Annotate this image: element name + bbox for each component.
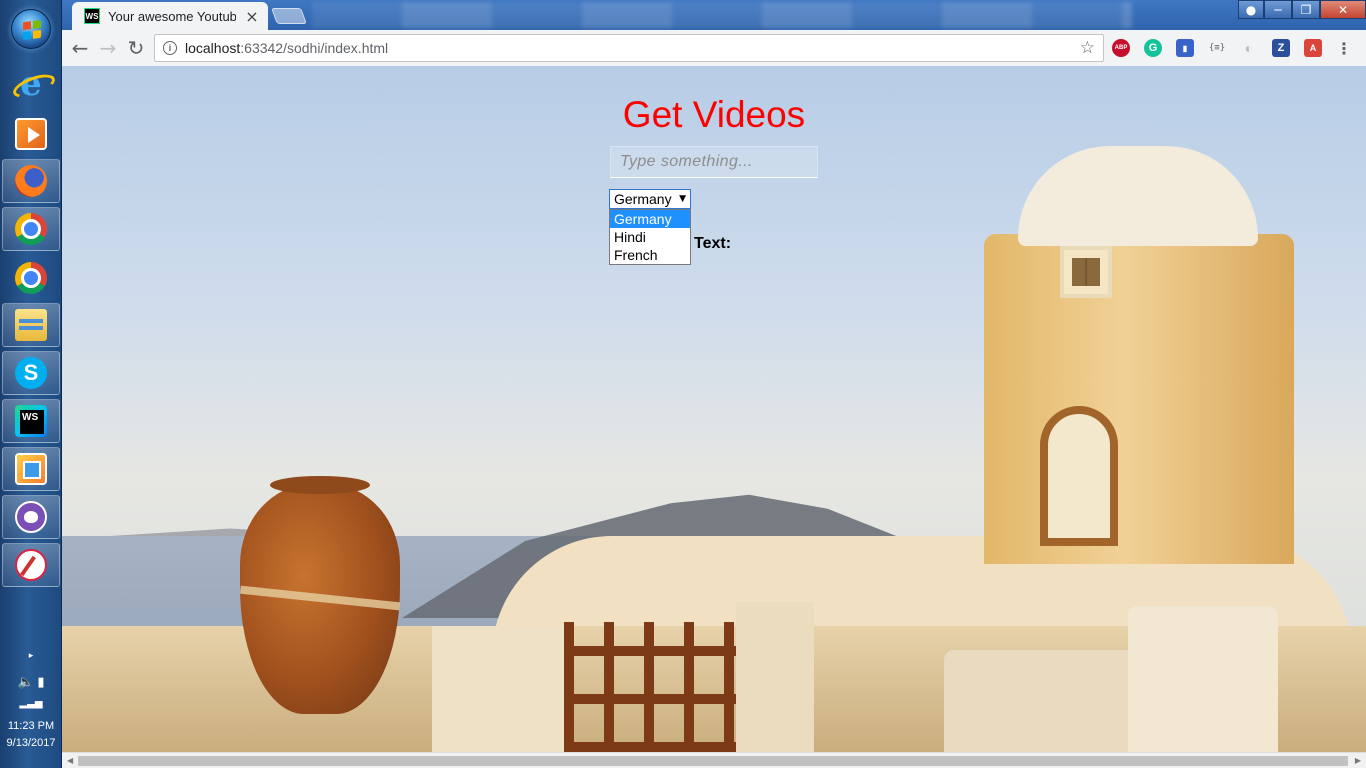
red-extension-icon[interactable]: A	[1304, 39, 1322, 57]
clock-date[interactable]: 9/13/2017	[0, 737, 62, 749]
taskbar-file-explorer[interactable]	[2, 303, 60, 347]
bg-tower	[984, 234, 1294, 564]
bg-tower-window	[1060, 246, 1112, 298]
language-select-value: Germany	[614, 191, 672, 207]
file-explorer-icon	[15, 309, 47, 341]
network-icon[interactable]: ▂▃▅	[0, 698, 62, 709]
url-path: :63342/sodhi/index.html	[240, 40, 389, 56]
extensions-bar: ABP G ▮ {≡} ◐ Z A ⋮	[1112, 34, 1352, 62]
bg-chimney	[1128, 606, 1278, 752]
photos-icon	[15, 453, 47, 485]
windows-taskbar: e S ▸ 🔈 ▮ ▂▃▅ 11:23 PM 9/13/2017	[0, 0, 62, 768]
user-profile-icon[interactable]: ●	[1238, 0, 1264, 19]
taskbar-snipping-tool[interactable]	[2, 543, 60, 587]
tab-title: Your awesome Youtube	[108, 8, 236, 24]
close-window-button[interactable]: ✕	[1320, 0, 1366, 19]
clock-time[interactable]: 11:23 PM	[0, 720, 62, 732]
page-viewport: Get Videos Germany ▼ Germany Hindi Frenc…	[62, 66, 1366, 752]
url-host: localhost	[185, 40, 241, 56]
taskbar-chrome-active[interactable]	[2, 207, 60, 251]
bg-clay-pot	[240, 476, 400, 714]
volume-icon[interactable]: 🔈	[18, 674, 34, 689]
snipping-tool-icon	[15, 549, 47, 581]
browser-tab[interactable]: WS Your awesome Youtube ×	[72, 2, 268, 30]
tray-icons[interactable]: 🔈 ▮	[0, 674, 62, 690]
chrome-menu-icon[interactable]: ⋮	[1336, 39, 1352, 58]
option-french[interactable]: French	[610, 246, 690, 264]
taskbar-cat-app[interactable]	[2, 495, 60, 539]
forward-arrow-icon[interactable]: →	[94, 34, 122, 62]
option-hindi[interactable]: Hindi	[610, 228, 690, 246]
language-select[interactable]: Germany ▼	[609, 189, 691, 209]
bookmark-extension-icon[interactable]: ▮	[1176, 39, 1194, 57]
scroll-left-icon[interactable]: ◀	[67, 756, 73, 765]
browser-chrome: WS Your awesome Youtube × ● ─ ❐ ✕ ← → ↻ …	[62, 0, 1366, 66]
bookmark-star-icon[interactable]: ☆	[1080, 38, 1095, 58]
media-player-icon	[15, 118, 47, 150]
internet-explorer-icon: e	[15, 67, 47, 101]
chrome-icon	[15, 262, 47, 294]
option-germany[interactable]: Germany	[610, 210, 690, 228]
bg-pillar-right	[736, 602, 814, 752]
browser-toolbar: ← → ↻ i localhost:63342/sodhi/index.html…	[62, 30, 1366, 66]
chrome-icon	[15, 213, 47, 245]
taskbar-skype[interactable]: S	[2, 351, 60, 395]
scroll-right-icon[interactable]: ▶	[1355, 756, 1361, 765]
minimize-button[interactable]: ─	[1264, 0, 1292, 19]
show-hidden-icons[interactable]: ▸	[0, 650, 62, 661]
back-arrow-icon[interactable]: ←	[66, 34, 94, 62]
taskbar-chrome[interactable]	[2, 256, 60, 300]
firefox-icon	[15, 165, 47, 197]
page-title: Get Videos	[622, 94, 806, 135]
tab-close-icon[interactable]: ×	[244, 7, 260, 26]
windows-start-icon[interactable]	[11, 9, 51, 49]
scrollbar-thumb[interactable]	[78, 756, 1348, 766]
bg-dome-top	[1018, 146, 1258, 246]
bg-tower-door	[1040, 406, 1118, 546]
webstorm-favicon-icon: WS	[84, 8, 100, 24]
json-viewer-icon[interactable]: {≡}	[1208, 39, 1226, 57]
taskbar-firefox[interactable]	[2, 159, 60, 203]
text-label: Text:	[694, 235, 732, 252]
site-info-icon[interactable]: i	[163, 41, 177, 55]
z-extension-icon[interactable]: Z	[1272, 39, 1290, 57]
power-icon[interactable]: ▮	[37, 674, 44, 689]
dropdown-arrow-icon: ▼	[679, 194, 686, 204]
search-input[interactable]	[610, 146, 818, 178]
new-tab-button[interactable]	[271, 8, 307, 24]
bg-wooden-railing	[564, 622, 744, 752]
taskbar-webstorm[interactable]	[2, 399, 60, 443]
horizontal-scrollbar[interactable]: ◀ ▶	[62, 752, 1366, 768]
url-text[interactable]: localhost:63342/sodhi/index.html	[185, 40, 1072, 56]
reload-icon[interactable]: ↻	[122, 34, 150, 62]
webstorm-icon	[15, 405, 47, 437]
cat-app-icon	[15, 501, 47, 533]
language-dropdown-list: Germany Hindi French	[609, 209, 691, 265]
grammarly-icon[interactable]: G	[1144, 39, 1162, 57]
address-bar[interactable]: i localhost:63342/sodhi/index.html ☆	[154, 34, 1104, 62]
adblock-plus-icon[interactable]: ABP	[1112, 39, 1130, 57]
bg-pillar-left	[432, 626, 570, 752]
taskbar-media-player[interactable]	[2, 112, 60, 156]
taskbar-photos[interactable]	[2, 447, 60, 491]
dark-mode-icon[interactable]: ◐	[1240, 39, 1258, 57]
window-controls: ● ─ ❐ ✕	[1238, 0, 1366, 19]
taskbar-internet-explorer[interactable]: e	[2, 62, 60, 106]
maximize-button[interactable]: ❐	[1292, 0, 1320, 19]
blurred-background-tabs	[312, 2, 1132, 28]
skype-icon: S	[15, 357, 47, 389]
